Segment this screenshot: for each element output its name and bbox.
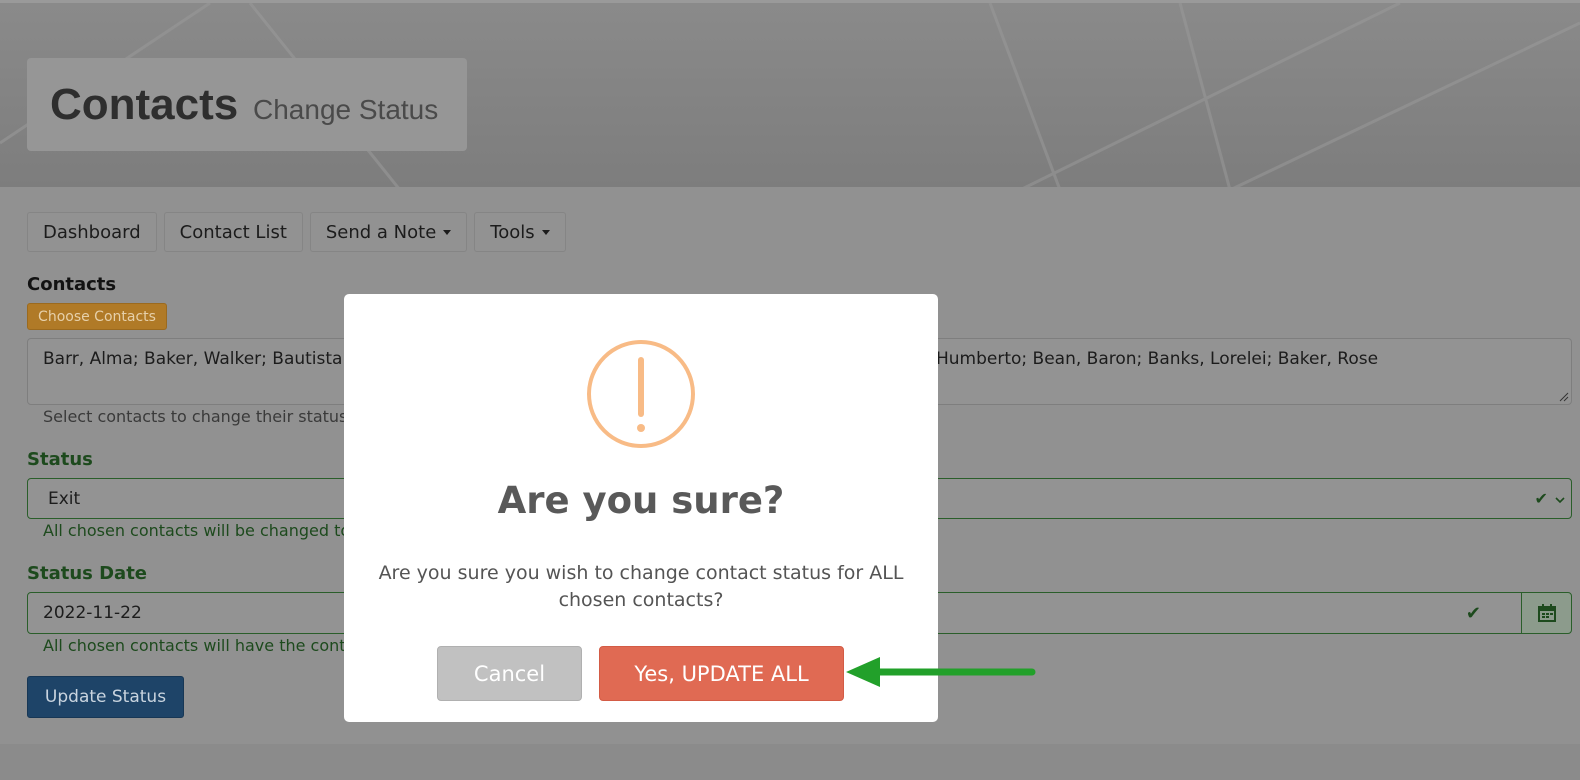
resize-handle-icon[interactable] (1559, 392, 1569, 402)
contacts-label: Contacts (27, 274, 117, 295)
status-indicators: ✔ (1535, 489, 1566, 508)
nav-send-note-label: Send a Note (325, 221, 437, 243)
confirm-update-all-button[interactable]: Yes, UPDATE ALL (599, 646, 844, 701)
nav-dashboard-label: Dashboard (43, 221, 141, 243)
nav-send-note-dropdown[interactable]: Send a Note (309, 212, 468, 252)
check-icon: ✔ (1465, 603, 1481, 624)
calendar-icon (1538, 604, 1556, 622)
date-help-text: All chosen contacts will have the cont (43, 636, 346, 655)
contacts-help-text: Select contacts to change their status (43, 407, 348, 426)
page-title: Contacts (50, 80, 239, 129)
page-subtitle: Change Status (253, 94, 439, 125)
caret-down-icon (443, 229, 452, 235)
chevron-down-icon (1555, 497, 1565, 504)
status-date-value: 2022-11-22 (43, 603, 142, 623)
footer (0, 744, 1580, 780)
nav-contact-list-button[interactable]: Contact List (163, 212, 303, 252)
choose-contacts-button[interactable]: Choose Contacts (27, 303, 167, 330)
warning-icon (587, 340, 695, 448)
dialog-title: Are you sure? (497, 479, 785, 522)
cancel-button[interactable]: Cancel (437, 646, 582, 701)
contacts-value-right: Humberto; Bean, Baron; Banks, Lorelei; B… (936, 349, 1379, 369)
status-selected-value: Exit (48, 488, 81, 509)
contacts-value-left: Barr, Alma; Baker, Walker; Bautista (43, 349, 343, 369)
status-label: Status (27, 449, 93, 470)
nav-dashboard-button[interactable]: Dashboard (27, 212, 157, 252)
page-header: Contacts Change Status (0, 0, 1580, 187)
dialog-message: Are you sure you wish to change contact … (378, 562, 904, 611)
nav-tools-dropdown[interactable]: Tools (474, 212, 566, 252)
update-status-button[interactable]: Update Status (27, 676, 184, 718)
annotation-arrow-icon (846, 657, 1036, 687)
nav-tools-label: Tools (490, 221, 535, 243)
page: Contacts Change Status Dashboard Contact… (0, 0, 1580, 780)
status-date-label: Status Date (27, 563, 148, 584)
nav-bar: Dashboard Contact List Send a Note Tools (27, 212, 566, 252)
nav-contact-list-label: Contact List (179, 221, 287, 243)
status-help-text: All chosen contacts will be changed to (43, 521, 351, 540)
caret-down-icon (541, 229, 550, 235)
check-icon: ✔ (1534, 489, 1548, 508)
title-box: Contacts Change Status (27, 58, 467, 151)
calendar-button[interactable] (1521, 592, 1572, 634)
